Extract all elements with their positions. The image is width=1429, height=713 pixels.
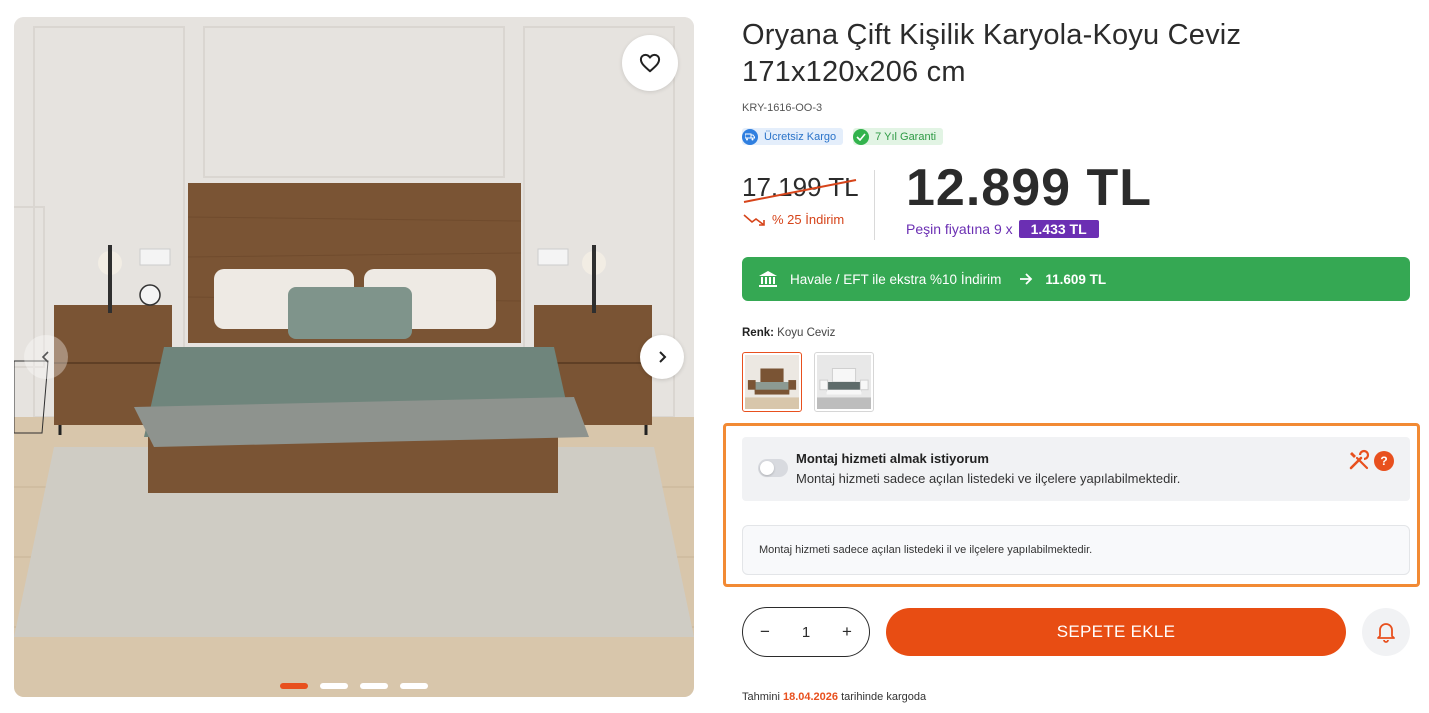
- assembly-toggle[interactable]: [758, 459, 788, 477]
- help-icon[interactable]: ?: [1374, 451, 1394, 471]
- carousel-dot[interactable]: [360, 683, 388, 689]
- installment-amount: 1.433 TL: [1018, 220, 1099, 238]
- product-title: Oryana Çift Kişilik Karyola-Koyu Ceviz 1…: [742, 19, 1242, 88]
- trend-down-icon: [743, 213, 765, 226]
- free-shipping-badge: Ücretsiz Kargo: [742, 128, 844, 145]
- bank-icon: [759, 271, 777, 287]
- increase-quantity-button[interactable]: +: [839, 622, 855, 642]
- color-swatch-koyu-ceviz[interactable]: [742, 352, 802, 412]
- favorite-button[interactable]: [622, 35, 678, 91]
- color-swatch-beyaz[interactable]: [814, 352, 874, 412]
- carousel-dot[interactable]: [400, 683, 428, 689]
- color-swatches: [742, 352, 874, 412]
- chevron-right-icon: [659, 351, 667, 363]
- quantity-stepper: − 1 +: [742, 607, 870, 657]
- product-image[interactable]: [14, 17, 694, 697]
- old-price-block: 17.199 TL % 25 İndirim: [742, 172, 860, 227]
- swatch-thumbnail: [745, 355, 799, 409]
- eft-label: Havale / EFT ile ekstra %10 İndirim: [790, 271, 1002, 287]
- add-to-cart-button[interactable]: SEPETE EKLE: [886, 608, 1346, 656]
- warranty-badge: 7 Yıl Garanti: [853, 128, 944, 145]
- product-sku: KRY-1616-OO-3: [742, 102, 823, 114]
- truck-icon: [742, 128, 758, 145]
- installment-info: Peşin fiyatına 9 x 1.433 TL: [906, 220, 1099, 238]
- badge-list: Ücretsiz Kargo 7 Yıl Garanti: [742, 128, 944, 145]
- strikethrough-line: [743, 179, 857, 203]
- price-divider: [874, 170, 875, 240]
- shipping-prefix: Tahmini: [742, 691, 780, 703]
- color-label: Renk: Koyu Ceviz: [742, 327, 835, 339]
- assembly-title: Montaj hizmeti almak istiyorum: [796, 451, 989, 466]
- shipping-date: 18.04.2026: [782, 691, 839, 703]
- notify-button[interactable]: [1362, 608, 1410, 656]
- assembly-notice: Montaj hizmeti sadece açılan listedeki i…: [742, 525, 1410, 575]
- carousel-dot[interactable]: [280, 683, 308, 689]
- next-image-button[interactable]: [640, 335, 684, 379]
- previous-image-button[interactable]: [24, 335, 68, 379]
- arrow-right-icon: [1020, 273, 1033, 285]
- eft-discount-bar: Havale / EFT ile ekstra %10 İndirim 11.6…: [742, 257, 1410, 301]
- eft-amount: 11.609 TL: [1045, 271, 1107, 287]
- check-icon: [853, 128, 870, 145]
- shipping-estimate: Tahmini 18.04.2026 tarihinde kargoda: [742, 691, 926, 703]
- assembly-notice-text: Montaj hizmeti sadece açılan listedeki i…: [759, 544, 1093, 556]
- carousel-dot[interactable]: [320, 683, 348, 689]
- color-label-key: Renk:: [742, 327, 774, 339]
- decrease-quantity-button[interactable]: −: [757, 622, 773, 642]
- product-gallery: [14, 17, 694, 697]
- discount-text: % 25 İndirim: [772, 212, 845, 227]
- quantity-value[interactable]: 1: [802, 624, 810, 641]
- chevron-left-icon: [41, 351, 49, 363]
- installment-prefix: Peşin fiyatına 9 x: [906, 221, 1013, 237]
- swatch-thumbnail: [817, 355, 871, 409]
- carousel-dots: [280, 683, 428, 689]
- tools-icon: [1349, 449, 1370, 470]
- current-price: 12.899 TL: [906, 159, 1153, 217]
- assembly-description: Montaj hizmeti sadece açılan listedeki v…: [796, 471, 1181, 486]
- heart-icon: [639, 53, 661, 73]
- bell-icon: [1377, 623, 1395, 643]
- warranty-label: 7 Yıl Garanti: [875, 130, 937, 143]
- discount-label: % 25 İndirim: [742, 212, 844, 227]
- assembly-option: Montaj hizmeti almak istiyorum Montaj hi…: [742, 437, 1410, 501]
- free-shipping-label: Ücretsiz Kargo: [764, 130, 837, 143]
- color-label-value: Koyu Ceviz: [777, 327, 836, 339]
- shipping-suffix: tarihinde kargoda: [841, 691, 927, 703]
